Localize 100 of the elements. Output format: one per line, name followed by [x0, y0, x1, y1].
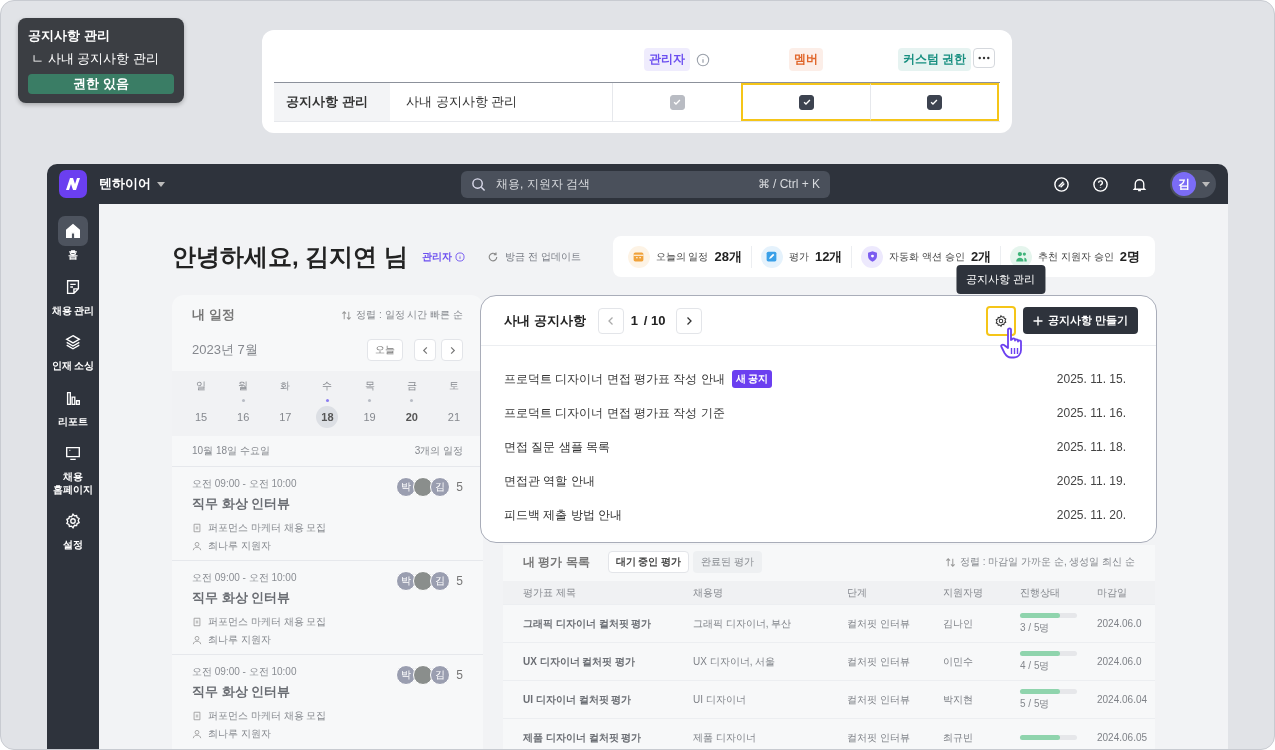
help-icon[interactable]	[1092, 175, 1109, 193]
checkbox[interactable]	[799, 94, 814, 110]
home-icon	[64, 222, 82, 240]
caret-icon	[1202, 181, 1210, 187]
table-cell-text: 컬처핏 인터뷰	[846, 692, 911, 707]
more-button[interactable]	[973, 48, 995, 68]
notice-title[interactable]: 프로덕트 디자이너 면접 평가표 작성 기준	[504, 404, 725, 422]
calendar-date[interactable]: 21	[442, 406, 465, 428]
search-icon	[471, 176, 486, 192]
calendar-date[interactable]: 19	[358, 406, 381, 428]
month-label: 2023년 7월	[192, 341, 258, 359]
caret-icon	[157, 181, 165, 187]
event-title[interactable]: 직무 화상 인터뷰	[192, 589, 327, 607]
table-cell: 공지사항 관리	[274, 83, 390, 121]
notice-title[interactable]: 피드백 제출 방법 안내	[504, 506, 622, 524]
weekday-label: 월	[238, 379, 249, 393]
create-notice-button[interactable]: 공지사항 만들기	[1022, 307, 1138, 334]
page-total: / 10	[643, 313, 666, 328]
event-count: 3개의 일정	[414, 444, 463, 458]
notice-title[interactable]: 면접관 역할 안내	[504, 472, 595, 490]
stat-label: 오늘의 일정	[655, 249, 709, 264]
notice-title[interactable]: 면접 질문 샘플 목록	[504, 438, 610, 456]
search-input[interactable]: 채용, 지원자 검색	[494, 176, 750, 192]
permission-button[interactable]: 권한 있음	[28, 74, 174, 94]
table-cell-text: 2024.06.05	[1096, 732, 1149, 743]
calendar-date[interactable]: 18	[316, 406, 339, 428]
event-title[interactable]: 직무 화상 인터뷰	[192, 495, 327, 513]
table-cell-text: UX 디자이너 컬처핏 평가	[522, 654, 637, 669]
checkbox[interactable]	[926, 94, 942, 110]
notice-title[interactable]: 프로덕트 디자이너 면접 평가표 작성 안내	[504, 370, 725, 388]
note-icon	[64, 277, 82, 296]
sort-button[interactable]: 정렬 : 일정 시간 빠른 순	[356, 308, 463, 322]
weekday-label: 화	[280, 379, 291, 393]
applicant-name: 최나루 지원자	[208, 633, 271, 647]
weekday-label: 수	[322, 379, 333, 393]
event-time: 오전 09:00 - 오전 10:00	[192, 665, 298, 679]
progress-bar	[1020, 612, 1077, 618]
calendar-date[interactable]: 17	[274, 406, 297, 428]
search-bar[interactable]: 채용, 지원자 검색 ⌘ / Ctrl + K	[461, 170, 830, 198]
check-icon	[929, 97, 939, 107]
date-label: 10월 18일 수요일	[192, 444, 270, 458]
job-name: 퍼포먼스 마케터 채용 모집	[208, 709, 327, 723]
progress-text: 3 / 5명	[1020, 620, 1051, 635]
person-icon	[192, 541, 202, 551]
monitor-icon	[64, 444, 82, 462]
tooltip-subtitle: ㄴ 사내 공지사항 관리	[31, 50, 160, 68]
calendar-date[interactable]: 16	[232, 406, 255, 428]
new-badge: 새 공지	[731, 370, 773, 388]
sidebar-item[interactable]: 채용 관리	[48, 271, 98, 317]
weekday-label: 금	[406, 379, 417, 393]
table-cell-text: 그래픽 디자이너 컬처핏 평가	[522, 616, 653, 631]
table-cell-text: UI 디자이너 컬처핏 평가	[522, 692, 633, 707]
sidebar-item[interactable]: 홈	[48, 216, 98, 262]
tab[interactable]: 완료된 평가	[693, 551, 762, 573]
sidebar-item[interactable]: 인재 소싱	[48, 327, 98, 373]
person-icon	[192, 729, 202, 739]
sort-button[interactable]: 정렬 : 마감일 가까운 순, 생성일 최신 순	[960, 555, 1135, 569]
profile-menu[interactable]: 김	[1170, 170, 1216, 198]
attendee-count: 5	[456, 480, 463, 494]
column-header: 채용명	[692, 585, 724, 600]
applicant-name: 최나루 지원자	[208, 539, 271, 553]
table-cell-text: 제품 디자이너	[692, 730, 757, 745]
calendar-date[interactable]: 20	[400, 406, 423, 428]
today-button[interactable]: 오늘	[367, 339, 403, 361]
page-number: 1	[630, 313, 638, 328]
progress-bar	[1020, 735, 1077, 740]
calendar-date[interactable]: 15	[190, 406, 213, 428]
logo-icon[interactable]	[59, 170, 87, 198]
attendee-count: 5	[456, 574, 463, 588]
sidebar-item[interactable]: 리포트	[48, 382, 98, 428]
info-icon[interactable]	[455, 251, 465, 262]
card-title: 내 일정	[192, 306, 235, 324]
avatar: 박	[396, 571, 417, 591]
document-icon	[192, 617, 202, 627]
photo-placeholder	[413, 571, 434, 591]
progress-bar	[1020, 688, 1077, 694]
table-cell-text: 그래픽 디자이너, 부산	[692, 616, 793, 631]
stat-label: 추천 지원자 승인	[1038, 249, 1114, 264]
sidebar-item[interactable]: 채용 홈페이지	[48, 438, 98, 496]
sort-icon	[341, 309, 353, 321]
column-header: 진행상태	[1019, 585, 1061, 600]
workspace-dropdown[interactable]: 텐하이어	[93, 174, 171, 194]
settings-button[interactable]	[985, 305, 1016, 336]
stat-label: 자동화 액션 승인	[889, 249, 965, 264]
more-icon	[978, 56, 990, 60]
job-name: 퍼포먼스 마케터 채용 모집	[208, 615, 327, 629]
tab[interactable]: 대기 중인 평가	[607, 551, 690, 573]
event-title[interactable]: 직무 화상 인터뷰	[192, 683, 327, 701]
refresh-button[interactable]: 방금 전 업데이트	[481, 248, 587, 265]
progress-text: 5 / 5명	[1020, 696, 1051, 711]
stat-value: 2개	[970, 247, 992, 266]
document-icon	[192, 711, 202, 721]
table-cell-text: 컬처핏 인터뷰	[846, 616, 911, 631]
tooltip-title: 공지사항 관리	[28, 27, 111, 45]
layers-icon	[64, 333, 82, 351]
sidebar-item[interactable]: 설정	[48, 506, 98, 552]
chevron-left-icon	[420, 345, 430, 355]
stat-value: 2명	[1119, 247, 1140, 266]
chat-icon[interactable]	[1053, 175, 1070, 193]
card-title: 사내 공지사항	[504, 311, 586, 330]
